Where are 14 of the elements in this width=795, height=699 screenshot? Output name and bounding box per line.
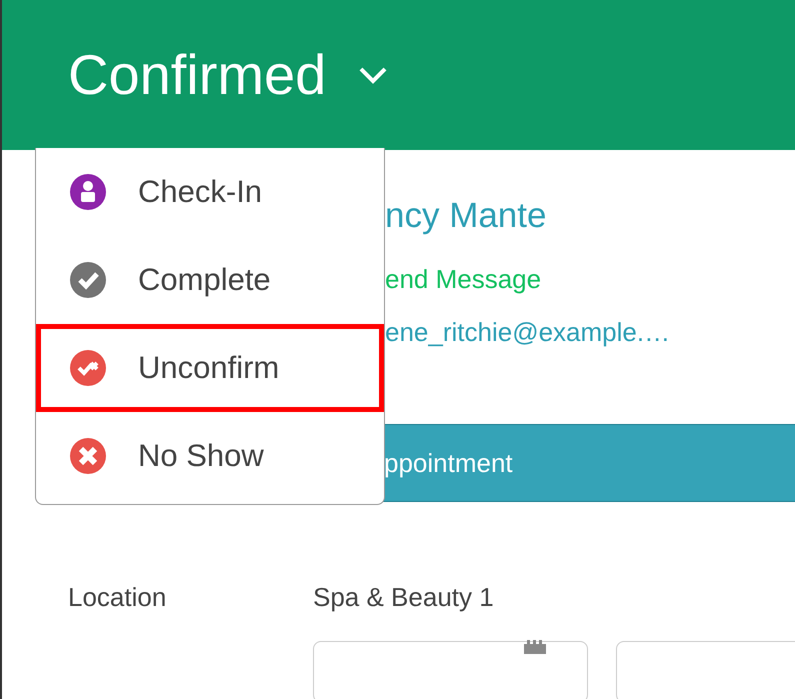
- calendar-icon[interactable]: [524, 640, 546, 654]
- menu-item[interactable]: Complete: [36, 236, 384, 324]
- appointment-bar-label: ppointment: [384, 448, 513, 478]
- detail-value: Spa & Beauty 1: [313, 582, 494, 613]
- menu-item[interactable]: Unconfirm: [36, 324, 384, 412]
- client-email[interactable]: ene_ritchie@example.…: [385, 317, 795, 348]
- chevron-down-icon[interactable]: [358, 66, 388, 84]
- detail-label: Location: [68, 582, 168, 613]
- client-name[interactable]: ncy Mante: [385, 194, 795, 238]
- send-message-link[interactable]: end Message: [385, 264, 795, 295]
- time-field[interactable]: [616, 641, 795, 699]
- menu-item[interactable]: Check-In: [36, 148, 384, 236]
- status-title[interactable]: Confirmed: [68, 47, 326, 103]
- date-field[interactable]: [313, 641, 588, 699]
